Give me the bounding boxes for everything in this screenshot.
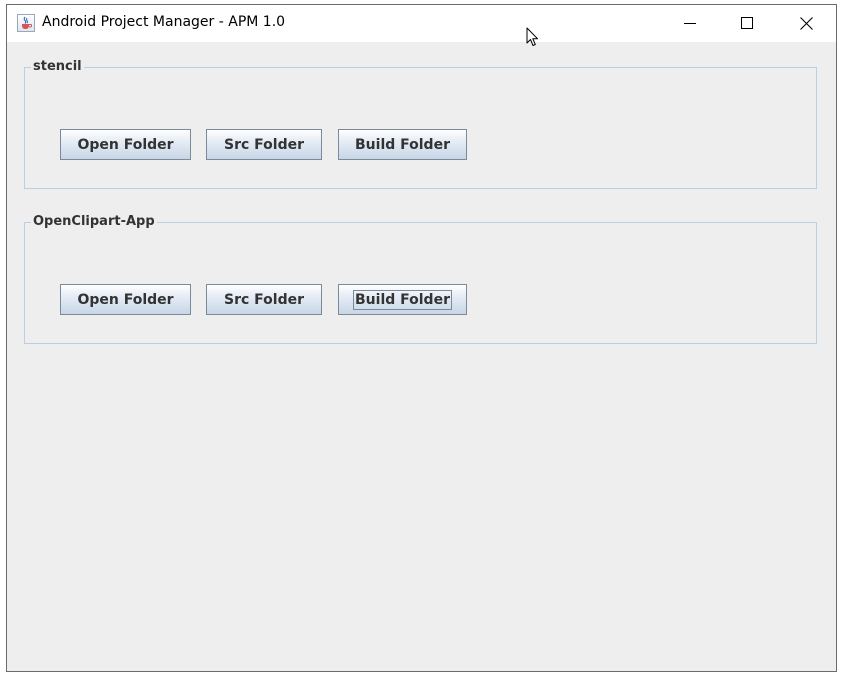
project-title: stencil [31, 59, 84, 75]
button-label: Build Folder [355, 136, 450, 153]
open-folder-button[interactable]: Open Folder [60, 129, 191, 160]
desktop-background [837, 0, 845, 679]
button-label: Open Folder [77, 291, 174, 308]
button-label: Src Folder [224, 291, 304, 308]
minimize-button[interactable] [667, 5, 713, 42]
close-icon [800, 17, 813, 30]
src-folder-button[interactable]: Src Folder [206, 129, 322, 160]
window-title: Android Project Manager - APM 1.0 [42, 14, 286, 30]
app-window: Android Project Manager - APM 1.0 stenci… [6, 4, 837, 672]
java-coffee-icon[interactable] [17, 14, 35, 32]
build-folder-button[interactable]: Build Folder [338, 129, 467, 160]
build-folder-button[interactable]: Build Folder [338, 284, 467, 315]
mouse-pointer-icon [526, 27, 538, 46]
title-bar[interactable]: Android Project Manager - APM 1.0 [7, 5, 836, 46]
close-button[interactable] [783, 5, 829, 42]
maximize-button[interactable] [724, 5, 770, 42]
project-panel-stencil: stencil Open Folder Src Folder Build Fol… [24, 59, 817, 189]
button-label: Src Folder [224, 136, 304, 153]
desktop-background-bottom [0, 671, 845, 679]
project-panel-openclipart-app: OpenClipart-App Open Folder Src Folder B… [24, 214, 817, 344]
open-folder-button[interactable]: Open Folder [60, 284, 191, 315]
project-title: OpenClipart-App [31, 214, 157, 230]
button-label: Open Folder [77, 136, 174, 153]
minimize-icon [684, 23, 696, 24]
src-folder-button[interactable]: Src Folder [206, 284, 322, 315]
button-label: Build Folder [353, 289, 452, 310]
maximize-icon [741, 17, 753, 29]
